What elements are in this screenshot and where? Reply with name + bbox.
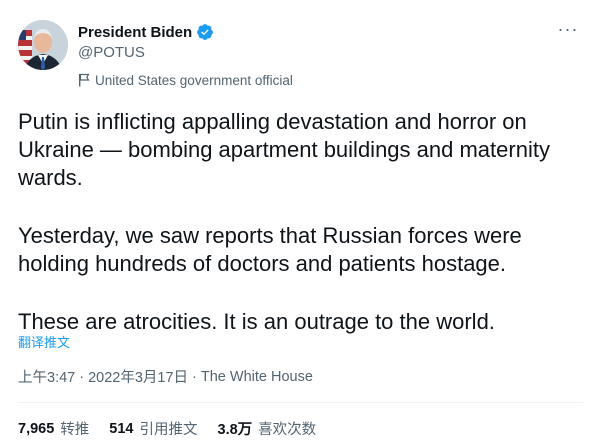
tweet-time[interactable]: 上午3:47 [18,366,75,387]
meta-separator: · [79,368,85,385]
stat-value: 514 [109,420,134,437]
tweet-card: President Biden @POTUS United States gov [0,0,595,448]
profile-photo [18,20,68,70]
affiliation-label-text: United States government official [95,72,293,88]
stat-value: 7,965 [18,420,55,437]
avatar[interactable] [18,20,68,70]
quote-tweets-count[interactable]: 514 引用推文 [109,418,197,439]
affiliation-label: United States government official [78,71,293,89]
stat-label: 引用推文 [139,422,198,438]
tweet-paragraph: These are atrocities. It is an outrage t… [18,309,495,334]
tweet-meta: 上午3:47 · 2022年3月17日 · The White House [18,366,313,387]
tweet-text: Putin is inflicting appalling devastatio… [18,108,588,336]
tweet-paragraph: Putin is inflicting appalling devastatio… [18,109,550,190]
tweet-header: President Biden @POTUS United States gov [18,18,583,90]
tweet-source[interactable]: The White House [201,369,313,385]
tweet-date[interactable]: 2022年3月17日 [88,366,188,387]
tweet-stats: 7,965 转推 514 引用推文 3.8万 喜欢次数 [18,418,336,439]
divider [18,402,583,403]
handle[interactable]: @POTUS [78,43,293,63]
likes-count[interactable]: 3.8万 喜欢次数 [218,418,317,439]
display-name[interactable]: President Biden [78,24,192,41]
government-flag-icon [78,73,90,87]
verified-badge-icon [196,23,214,41]
stat-label: 喜欢次数 [258,422,317,438]
retweets-count[interactable]: 7,965 转推 [18,418,89,439]
more-options-icon: ··· [557,19,579,39]
display-name-row: President Biden [78,22,293,42]
meta-separator: · [192,368,197,385]
author-info: President Biden @POTUS United States gov [78,22,293,89]
stat-label: 转推 [60,422,90,438]
tweet-paragraph: Yesterday, we saw reports that Russian f… [18,223,522,276]
translate-tweet-link[interactable]: 翻译推文 [18,332,70,351]
more-options-button[interactable]: ··· [553,18,583,40]
stat-value: 3.8万 [217,422,253,438]
